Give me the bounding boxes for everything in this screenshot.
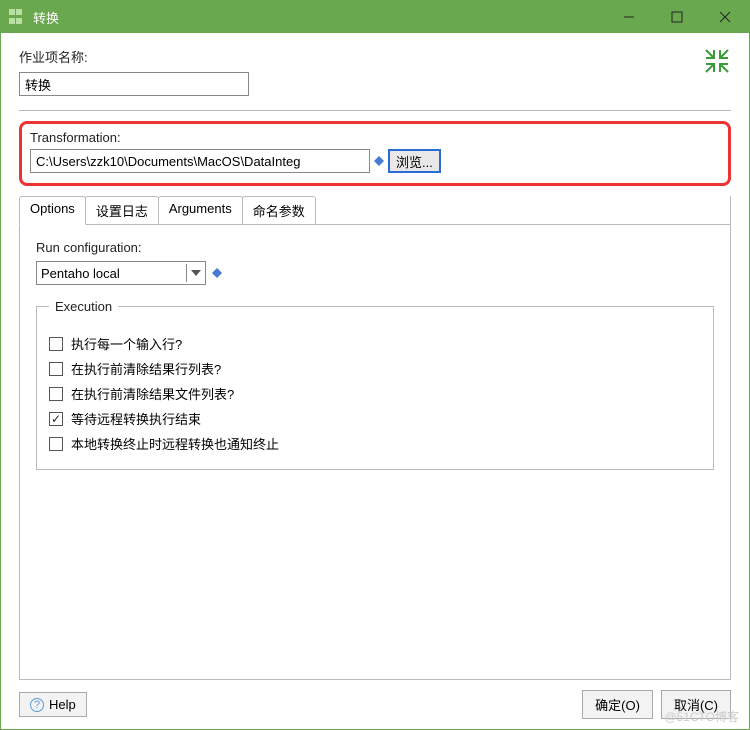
run-config-label: Run configuration:: [36, 240, 714, 255]
chevron-down-icon: [186, 264, 201, 282]
app-icon: [9, 9, 25, 25]
dialog-window: 转换 作业项名称: Transformation:: [0, 0, 750, 730]
tab-bar: Options 设置日志 Arguments 命名参数: [19, 196, 730, 225]
minimize-button[interactable]: [605, 1, 653, 33]
checkbox-label: 在执行前清除结果文件列表?: [71, 384, 234, 403]
checkbox-label: 本地转换终止时远程转换也通知终止: [71, 434, 279, 453]
checkbox-label: 等待远程转换执行结束: [71, 409, 201, 428]
execution-option: 在执行前清除结果行列表?: [49, 359, 701, 378]
run-config-value: Pentaho local: [41, 266, 120, 281]
execution-option: 执行每一个输入行?: [49, 334, 701, 353]
job-name-label: 作业项名称:: [19, 47, 703, 66]
tab-body-options: Run configuration: Pentaho local Executi…: [20, 226, 730, 679]
tabs-container: Options 设置日志 Arguments 命名参数 Run configur…: [19, 196, 731, 680]
checkbox[interactable]: [49, 387, 63, 401]
checkbox-label: 在执行前清除结果行列表?: [71, 359, 221, 378]
browse-button[interactable]: 浏览...: [388, 149, 441, 173]
checkbox[interactable]: [49, 412, 63, 426]
help-icon: ?: [30, 698, 44, 712]
dialog-content: 作业项名称: Transformation: 浏览...: [1, 33, 749, 729]
maximize-button[interactable]: [653, 1, 701, 33]
transformation-label: Transformation:: [30, 130, 718, 145]
variable-icon: [212, 268, 222, 278]
close-button[interactable]: [701, 1, 749, 33]
execution-option: 本地转换终止时远程转换也通知终止: [49, 434, 701, 453]
tab-arguments[interactable]: Arguments: [158, 196, 243, 224]
execution-legend: Execution: [49, 299, 118, 314]
ok-button[interactable]: 确定(O): [582, 690, 653, 719]
transformation-section: Transformation: 浏览...: [19, 121, 731, 186]
separator: [19, 110, 731, 111]
execution-option: 在执行前清除结果文件列表?: [49, 384, 701, 403]
checkbox[interactable]: [49, 437, 63, 451]
job-name-input[interactable]: [19, 72, 249, 96]
titlebar: 转换: [1, 1, 749, 33]
window-controls: [605, 1, 749, 33]
window-title: 转换: [33, 8, 605, 27]
dialog-footer: ? Help 确定(O) 取消(C): [19, 680, 731, 719]
tab-params[interactable]: 命名参数: [242, 196, 316, 224]
tab-options[interactable]: Options: [19, 196, 86, 225]
checkbox-label: 执行每一个输入行?: [71, 334, 182, 353]
tab-log[interactable]: 设置日志: [85, 196, 159, 224]
run-config-combo[interactable]: Pentaho local: [36, 261, 206, 285]
watermark: @51CTO博客: [664, 708, 739, 725]
checkbox[interactable]: [49, 337, 63, 351]
variable-icon: [374, 156, 384, 166]
help-label: Help: [49, 697, 76, 712]
execution-option: 等待远程转换执行结束: [49, 409, 701, 428]
checkbox[interactable]: [49, 362, 63, 376]
collapse-icon[interactable]: [703, 47, 731, 75]
transformation-path-input[interactable]: [30, 149, 370, 173]
help-button[interactable]: ? Help: [19, 692, 87, 717]
execution-fieldset: Execution 执行每一个输入行? 在执行前清除结果行列表? 在执行前清除结果文…: [36, 299, 714, 470]
